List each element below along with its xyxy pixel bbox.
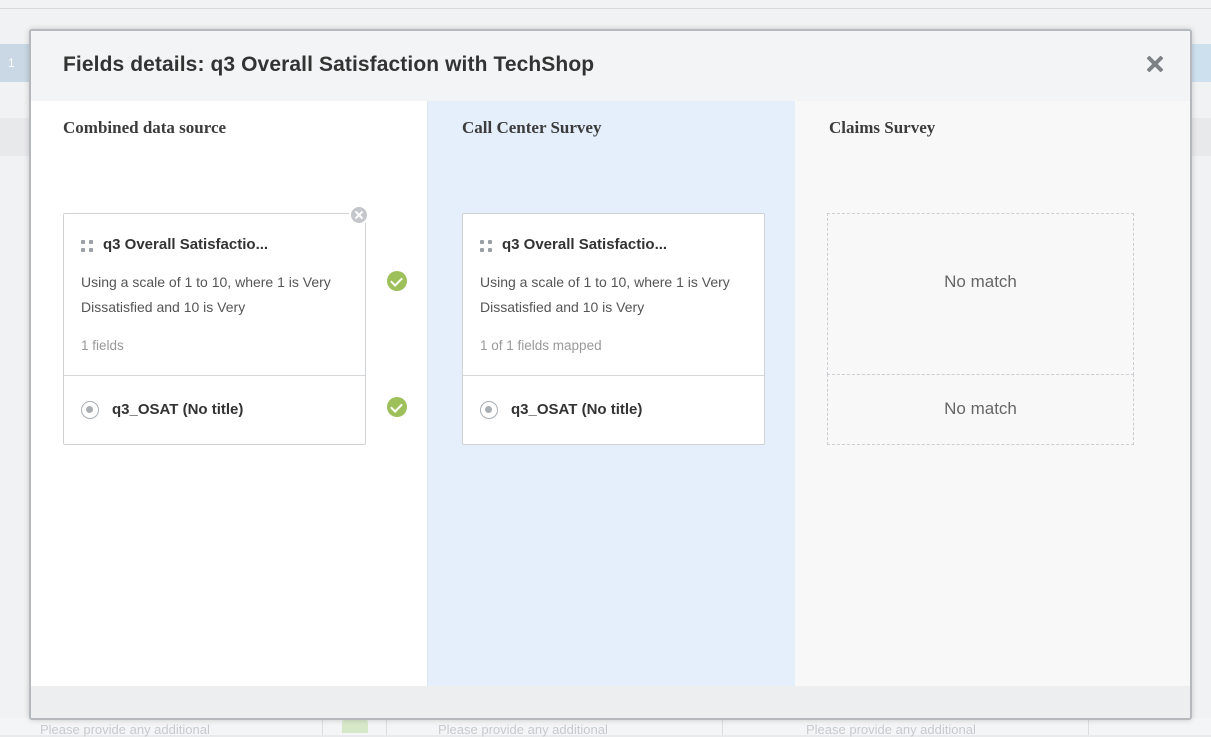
column-title: Claims Survey: [829, 118, 935, 138]
field-row[interactable]: q3_OSAT (No title): [463, 376, 764, 446]
column-title: Call Center Survey: [462, 118, 601, 138]
no-match-label: No match: [828, 272, 1133, 292]
column-title: Combined data source: [63, 118, 226, 138]
field-card-meta: 1 of 1 fields mapped: [480, 338, 602, 353]
background-tab: 1: [0, 44, 30, 82]
no-match-slot[interactable]: No match: [827, 374, 1134, 445]
question-grid-icon: [480, 240, 493, 253]
background-tab-right: [1191, 44, 1211, 82]
field-card-title: q3 Overall Satisfactio...: [502, 236, 667, 253]
field-card-meta: 1 fields: [81, 338, 124, 353]
remove-icon[interactable]: [349, 205, 369, 225]
column-claims-survey: Claims Survey No match No match: [795, 101, 1190, 686]
field-card-description: Using a scale of 1 to 10, where 1 is Ver…: [81, 270, 361, 320]
modal-title: Fields details: q3 Overall Satisfaction …: [63, 53, 594, 77]
check-icon: [387, 397, 407, 417]
radio-icon: [81, 401, 99, 419]
check-icon: [387, 271, 407, 291]
field-card-header: q3 Overall Satisfactio... Using a scale …: [64, 214, 365, 376]
background-check-icon: [342, 719, 368, 733]
background-divider: [0, 8, 1211, 9]
field-row[interactable]: q3_OSAT (No title): [64, 376, 365, 446]
field-card-title: q3 Overall Satisfactio...: [103, 236, 268, 253]
radio-icon: [480, 401, 498, 419]
no-match-label: No match: [828, 399, 1133, 419]
modal-footer: [31, 686, 1190, 718]
close-icon[interactable]: [1142, 51, 1168, 77]
column-call-center-survey: Call Center Survey q3 Overall Satisfacti…: [427, 101, 795, 686]
field-card-description: Using a scale of 1 to 10, where 1 is Ver…: [480, 270, 760, 320]
field-row-label: q3_OSAT (No title): [112, 401, 243, 418]
column-combined-data-source: Combined data source q3 Overall Satisfac…: [31, 101, 427, 686]
field-card[interactable]: q3 Overall Satisfactio... Using a scale …: [63, 213, 366, 445]
field-card[interactable]: q3 Overall Satisfactio... Using a scale …: [462, 213, 765, 445]
field-card-header: q3 Overall Satisfactio... Using a scale …: [463, 214, 764, 376]
field-row-label: q3_OSAT (No title): [511, 401, 642, 418]
modal-header: Fields details: q3 Overall Satisfaction …: [31, 31, 1190, 101]
no-match-slot[interactable]: No match: [827, 213, 1134, 375]
question-grid-icon: [81, 240, 94, 253]
fields-details-modal: Fields details: q3 Overall Satisfaction …: [29, 29, 1192, 720]
